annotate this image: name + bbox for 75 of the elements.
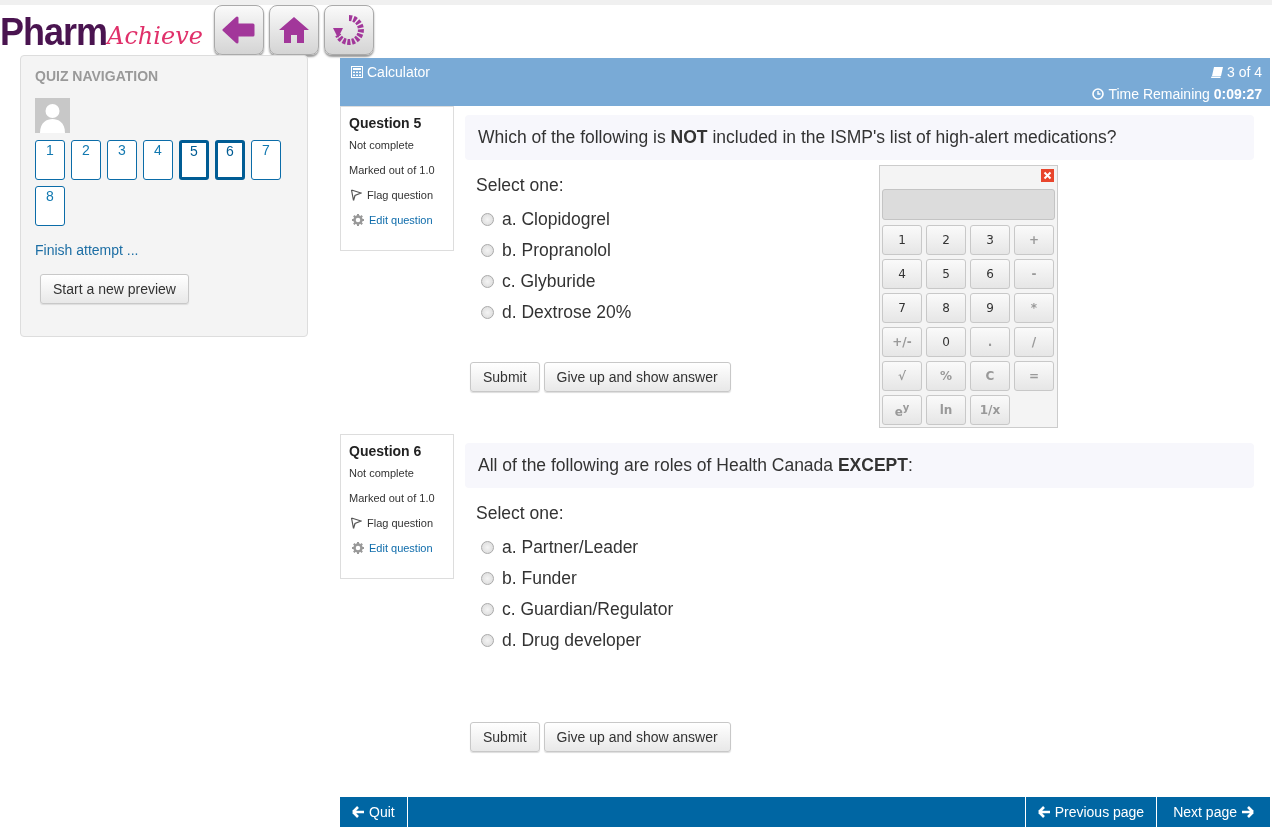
question-status: Not complete bbox=[349, 139, 415, 151]
gear-icon bbox=[352, 214, 364, 226]
question-number-button[interactable]: 3 bbox=[107, 140, 137, 180]
page-count: 3 of 4 bbox=[1226, 64, 1262, 80]
radio-button[interactable] bbox=[481, 244, 494, 257]
radio-button[interactable] bbox=[481, 572, 494, 585]
arrow-right-icon bbox=[1241, 806, 1254, 818]
logo: PharmAchieve bbox=[0, 11, 203, 53]
time-remaining: Time Remaining 0:09:27 bbox=[1108, 86, 1262, 102]
question-title: Question 6 bbox=[349, 443, 423, 459]
show-answer-button[interactable]: Give up and show answer bbox=[543, 722, 731, 752]
question-marks: Marked out of 1.0 bbox=[349, 164, 436, 176]
question-number-button[interactable]: 2 bbox=[71, 140, 101, 180]
book-icon bbox=[1210, 66, 1223, 78]
finish-attempt-link[interactable]: Finish attempt ... bbox=[35, 242, 139, 258]
avatar-icon bbox=[35, 98, 70, 133]
radio-button[interactable] bbox=[481, 541, 494, 554]
select-prompt: Select one: bbox=[476, 503, 564, 524]
close-icon[interactable] bbox=[1041, 169, 1054, 182]
question-number-button[interactable]: 6 bbox=[215, 140, 245, 180]
show-answer-button[interactable]: Give up and show answer bbox=[543, 362, 731, 392]
option-label[interactable]: a. Clopidogrel bbox=[502, 209, 610, 230]
question-number-button[interactable]: 7 bbox=[251, 140, 281, 180]
flag-icon bbox=[350, 517, 362, 529]
back-button[interactable] bbox=[213, 5, 264, 55]
question-text: All of the following are roles of Health Canada EXCEPT: bbox=[465, 443, 1254, 488]
select-prompt: Select one: bbox=[476, 175, 564, 196]
radio-button[interactable] bbox=[481, 213, 494, 226]
gear-icon bbox=[352, 542, 364, 554]
question-title: Question 5 bbox=[349, 115, 423, 131]
keypad-key[interactable]: 8 bbox=[926, 293, 966, 323]
home-button[interactable] bbox=[268, 5, 319, 55]
arrow-left-icon bbox=[1037, 806, 1051, 818]
question-marks: Marked out of 1.0 bbox=[349, 492, 436, 504]
keypad-key[interactable]: 4 bbox=[882, 259, 922, 289]
question-number-button[interactable]: 4 bbox=[143, 140, 173, 180]
radio-button[interactable] bbox=[481, 603, 494, 616]
start-new-preview-button[interactable]: Start a new preview bbox=[40, 274, 189, 304]
flag-question-link[interactable]: Flag question bbox=[349, 189, 445, 201]
edit-question-link[interactable]: Edit question bbox=[349, 214, 445, 226]
option-label[interactable]: a. Partner/Leader bbox=[502, 537, 639, 558]
option-label[interactable]: b. Funder bbox=[502, 568, 577, 589]
question-text: Which of the following is NOT included in the ISMP's list of high-alert medications? bbox=[465, 115, 1254, 160]
option-label[interactable]: b. Propranolol bbox=[502, 240, 611, 261]
clock-icon bbox=[1092, 88, 1105, 100]
keypad-key[interactable]: 3 bbox=[970, 225, 1010, 255]
question-status: Not complete bbox=[349, 467, 415, 479]
keypad-key[interactable]: 0 bbox=[926, 327, 966, 357]
arrow-left-icon bbox=[352, 806, 365, 818]
circular-arrow-icon bbox=[331, 14, 366, 46]
keypad-key[interactable]: 7 bbox=[882, 293, 922, 323]
calculator-icon bbox=[351, 66, 363, 78]
submit-button[interactable]: Submit bbox=[470, 362, 540, 392]
option-label[interactable]: d. Drug developer bbox=[502, 630, 642, 651]
keypad-key[interactable]: 5 bbox=[926, 259, 966, 289]
flag-question-link[interactable]: Flag question bbox=[349, 517, 445, 529]
option-label[interactable]: c. Guardian/Regulator bbox=[502, 599, 674, 620]
keypad-key[interactable]: 2 bbox=[926, 225, 966, 255]
restart-button[interactable] bbox=[323, 5, 374, 55]
radio-button[interactable] bbox=[481, 634, 494, 647]
submit-button[interactable]: Submit bbox=[470, 722, 540, 752]
radio-button[interactable] bbox=[481, 306, 494, 319]
flag-icon bbox=[350, 189, 362, 201]
question-number-button[interactable]: 1 bbox=[35, 140, 65, 180]
option-label[interactable]: c. Glyburide bbox=[502, 271, 596, 292]
keypad-key[interactable]: 1 bbox=[882, 225, 922, 255]
option-label[interactable]: d. Dextrose 20% bbox=[502, 302, 632, 323]
keypad-key[interactable]: 9 bbox=[970, 293, 1010, 323]
radio-button[interactable] bbox=[481, 275, 494, 288]
panel-title: QUIZ NAVIGATION bbox=[35, 68, 159, 84]
question-number-button[interactable]: 5 bbox=[179, 140, 209, 180]
edit-question-link[interactable]: Edit question bbox=[349, 542, 445, 554]
keypad-key[interactable]: 6 bbox=[970, 259, 1010, 289]
arrow-left-icon bbox=[221, 15, 256, 45]
question-number-button[interactable]: 8 bbox=[35, 186, 65, 226]
